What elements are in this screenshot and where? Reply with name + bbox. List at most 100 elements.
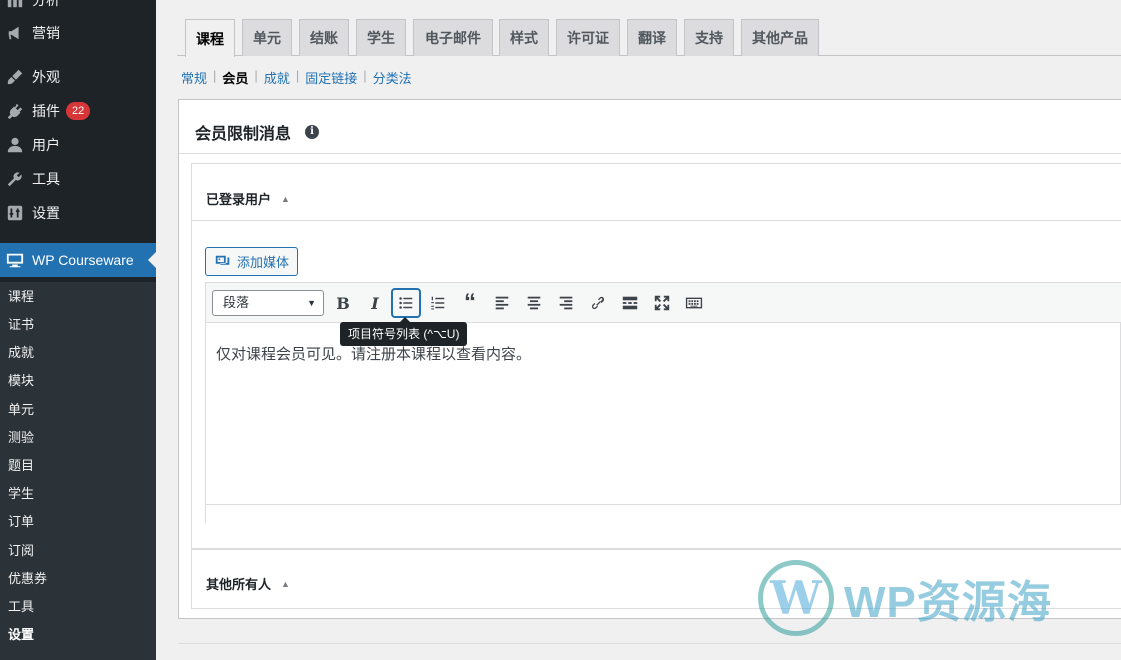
tab-support[interactable]: 支持: [684, 19, 734, 56]
subnav-membership[interactable]: 会员: [222, 68, 248, 87]
editor-content-text: 仅对课程会员可见。请注册本课程以查看内容。: [216, 345, 532, 363]
submenu-item-subscriptions[interactable]: 订阅: [8, 541, 34, 561]
submenu-item-modules[interactable]: 模块: [8, 371, 34, 391]
tab-license[interactable]: 许可证: [556, 19, 620, 56]
numbered-list-icon: [431, 296, 445, 310]
italic-button[interactable]: I: [361, 289, 389, 317]
menu-item-wp-courseware[interactable]: WP Courseware: [0, 243, 156, 277]
everyone-else-group: 其他所有人 ▲: [191, 549, 1121, 609]
bold-icon: B: [336, 293, 350, 313]
tab-students[interactable]: 学生: [356, 19, 406, 56]
tab-courses[interactable]: 课程: [185, 19, 235, 57]
menu-item-label: 外观: [32, 69, 60, 85]
subnav-separator: |: [363, 68, 367, 83]
chart-icon: [5, 0, 25, 10]
keyboard-icon: [685, 297, 703, 309]
group-title: 其他所有人: [206, 577, 272, 592]
numbered-list-button[interactable]: [424, 289, 452, 317]
submenu-item-certificates[interactable]: 证书: [8, 315, 34, 335]
subnav-achievements[interactable]: 成就: [264, 68, 290, 87]
update-count-badge: 22: [66, 102, 91, 120]
submenu-item-tools[interactable]: 工具: [8, 597, 34, 617]
group-title: 已登录用户: [206, 192, 272, 207]
add-media-label: 添加媒体: [237, 255, 290, 270]
menu-item-label: 分析: [32, 0, 60, 8]
read-more-icon: [622, 296, 638, 310]
editor-status-bar: [206, 504, 1121, 523]
submenu-item-coupons[interactable]: 优惠券: [8, 569, 47, 589]
footer-divider: [178, 643, 1121, 644]
menu-item-label: 设置: [32, 205, 60, 221]
submenu-item-orders[interactable]: 订单: [8, 512, 34, 532]
menu-item-label: 用户: [32, 137, 60, 153]
bullet-list-icon: [399, 297, 413, 309]
bullet-list-button[interactable]: [392, 289, 420, 317]
align-right-button[interactable]: [552, 289, 580, 317]
blockquote-button[interactable]: “: [456, 289, 484, 317]
submenu-item-quizzes[interactable]: 测验: [8, 428, 34, 448]
group-header-everyone-else[interactable]: 其他所有人 ▲: [206, 574, 290, 593]
align-center-icon: [527, 296, 541, 310]
submenu-item-units[interactable]: 单元: [8, 400, 34, 420]
menu-item-appearance[interactable]: 外观: [0, 60, 156, 94]
paragraph-format-select[interactable]: 段落 ▼: [212, 290, 324, 316]
group-header-logged-in[interactable]: 已登录用户 ▲: [206, 189, 290, 208]
menu-item-analytics[interactable]: 分析: [0, 0, 156, 17]
plugin-icon: [5, 101, 25, 121]
subnav-separator: |: [295, 68, 300, 83]
sub-navigation: 常规 | 会员 | 成就 | 固定链接 | 分类法: [181, 68, 412, 87]
subnav-separator: |: [213, 68, 217, 83]
user-icon: [5, 135, 25, 155]
monitor-icon: [5, 250, 25, 270]
panel-title: 会员限制消息 i: [195, 120, 320, 144]
megaphone-icon: [5, 23, 25, 43]
info-icon[interactable]: i: [305, 125, 320, 139]
align-right-icon: [559, 296, 573, 310]
add-media-button[interactable]: 添加媒体: [205, 247, 298, 276]
fullscreen-button[interactable]: [648, 289, 676, 317]
align-center-button[interactable]: [520, 289, 548, 317]
tab-email[interactable]: 电子邮件: [413, 19, 493, 56]
collapse-caret-icon[interactable]: ▲: [281, 194, 290, 204]
settings-icon: [5, 203, 25, 223]
tab-styles[interactable]: 样式: [499, 19, 549, 56]
submenu-item-courses[interactable]: 课程: [8, 287, 34, 307]
read-more-button[interactable]: [616, 289, 644, 317]
tab-translation[interactable]: 翻译: [627, 19, 677, 56]
align-left-icon: [495, 296, 509, 310]
menu-item-label: 营销: [32, 25, 60, 41]
menu-item-users[interactable]: 用户: [0, 128, 156, 162]
tab-units[interactable]: 单元: [242, 19, 292, 56]
menu-item-plugins[interactable]: 插件 22: [0, 94, 156, 128]
submenu-item-achievements[interactable]: 成就: [8, 343, 34, 363]
group-divider: [192, 220, 1121, 221]
subnav-permalinks[interactable]: 固定链接: [305, 68, 357, 87]
bullet-list-tooltip: 项目符号列表 (^⌥U): [340, 317, 468, 346]
panel-divider: [179, 153, 1121, 154]
submenu-item-students[interactable]: 学生: [8, 484, 34, 504]
menu-item-tools[interactable]: 工具: [0, 162, 156, 196]
collapse-caret-icon[interactable]: ▲: [281, 579, 290, 589]
submenu-item-settings[interactable]: 设置: [8, 625, 34, 645]
menu-item-settings[interactable]: 设置: [0, 196, 156, 230]
courseware-submenu: 课程 证书 成就 模块 单元 测验 题目 学生 订单 订阅 优惠券 工具 设置: [0, 282, 156, 660]
editor-content-area[interactable]: 仅对课程会员可见。请注册本课程以查看内容。: [206, 323, 1121, 504]
fullscreen-icon: [654, 295, 670, 311]
settings-tab-bar: 课程 单元 结账 学生 电子邮件 样式 许可证 翻译 支持 其他产品: [177, 0, 1121, 57]
submenu-item-questions[interactable]: 题目: [8, 456, 34, 476]
italic-icon: I: [371, 293, 379, 313]
panel-title-text: 会员限制消息: [195, 126, 292, 143]
tab-checkout[interactable]: 结账: [299, 19, 349, 56]
link-icon: [591, 296, 605, 310]
chevron-down-icon: ▼: [307, 298, 316, 308]
align-left-button[interactable]: [488, 289, 516, 317]
bold-button[interactable]: B: [329, 289, 357, 317]
tab-other-products[interactable]: 其他产品: [741, 19, 819, 56]
subnav-taxonomies[interactable]: 分类法: [373, 68, 412, 87]
menu-item-label: WP Courseware: [32, 252, 134, 268]
toolbar-toggle-button[interactable]: [680, 289, 708, 317]
subnav-general[interactable]: 常规: [181, 68, 207, 87]
menu-item-marketing[interactable]: 营销: [0, 16, 156, 50]
wrench-icon: [5, 169, 25, 189]
insert-link-button[interactable]: [584, 289, 612, 317]
